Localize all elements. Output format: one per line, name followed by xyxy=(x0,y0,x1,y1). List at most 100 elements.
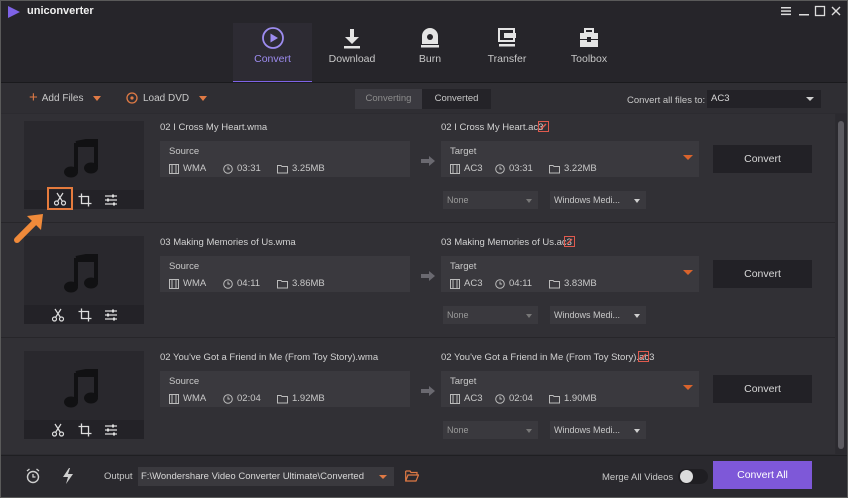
output-format-select[interactable]: AC3 xyxy=(707,90,821,108)
effects-sliders-icon[interactable] xyxy=(100,306,122,323)
tab-converted[interactable]: Converted xyxy=(422,89,491,109)
target-size-value: 3.83MB xyxy=(564,278,597,289)
thumbnail-toolbar xyxy=(24,305,144,324)
chevron-down-icon xyxy=(634,199,640,203)
file-format-icon xyxy=(450,278,460,289)
clock-icon xyxy=(495,163,505,174)
add-files-button[interactable]: + Add Files xyxy=(29,90,102,106)
nav-convert[interactable]: Convert xyxy=(233,23,312,83)
target-info-panel[interactable]: Target AC3 02:04 1.90MB xyxy=(441,371,699,407)
target-format-dropdown-icon[interactable] xyxy=(683,385,693,390)
folder-icon xyxy=(549,164,560,173)
menu-icon[interactable] xyxy=(779,4,793,18)
status-tabs: Converting Converted xyxy=(355,89,491,109)
audio-track-select[interactable]: Windows Medi... xyxy=(550,421,646,439)
source-size-value: 1.92MB xyxy=(292,393,325,404)
effects-sliders-icon[interactable] xyxy=(100,191,122,208)
nav-download-label: Download xyxy=(328,53,376,65)
load-dvd-button[interactable]: Load DVD xyxy=(126,90,208,106)
nav-transfer[interactable]: Transfer xyxy=(468,23,546,83)
scrollbar-thumb[interactable] xyxy=(838,121,844,449)
chevron-down-icon xyxy=(526,429,532,433)
chevron-down-icon[interactable] xyxy=(93,95,102,101)
output-path-select[interactable]: F:\Wondershare Video Converter Ultimate\… xyxy=(138,467,394,486)
edit-name-icon[interactable] xyxy=(564,236,575,247)
subtitle-select[interactable]: None xyxy=(443,421,538,439)
convert-button[interactable]: Convert xyxy=(713,375,812,403)
maximize-icon[interactable] xyxy=(813,4,827,18)
source-format: WMA xyxy=(169,393,206,404)
target-format: AC3 xyxy=(450,393,482,404)
source-format: WMA xyxy=(169,278,206,289)
crop-icon[interactable] xyxy=(74,421,96,438)
merge-toggle[interactable] xyxy=(678,469,708,484)
merge-all-label: Merge All Videos xyxy=(602,472,674,483)
download-icon xyxy=(344,29,360,49)
play-circle-icon xyxy=(261,27,284,49)
music-note-icon xyxy=(64,369,98,408)
target-info-panel[interactable]: Target AC3 03:31 3.22MB xyxy=(441,141,699,177)
file-format-icon xyxy=(450,163,460,174)
source-info-panel: Source WMA 02:04 1.92MB xyxy=(160,371,410,407)
nav-burn[interactable]: Burn xyxy=(391,23,469,83)
trim-scissors-icon[interactable] xyxy=(47,306,69,323)
convert-all-to-label: Convert all files to: xyxy=(627,95,706,106)
clock-icon xyxy=(223,163,233,174)
target-title: Target xyxy=(450,261,477,272)
source-duration: 02:04 xyxy=(223,393,261,404)
target-duration-value: 02:04 xyxy=(509,393,533,404)
chevron-down-icon[interactable] xyxy=(199,95,208,101)
target-format: AC3 xyxy=(450,163,482,174)
subtitle-select[interactable]: None xyxy=(443,191,538,209)
open-folder-icon[interactable] xyxy=(405,470,419,482)
target-format-dropdown-icon[interactable] xyxy=(683,270,693,275)
nav-download[interactable]: Download xyxy=(313,23,391,83)
source-info-panel: Source WMA 03:31 3.25MB xyxy=(160,141,410,177)
close-icon[interactable] xyxy=(829,4,843,18)
target-size-value: 3.22MB xyxy=(564,163,597,174)
disc-icon xyxy=(421,28,439,48)
crop-icon[interactable] xyxy=(74,191,96,208)
edit-name-icon[interactable] xyxy=(638,351,649,362)
trim-scissors-icon[interactable] xyxy=(47,421,69,438)
source-format-value: WMA xyxy=(183,393,207,404)
target-duration: 04:11 xyxy=(495,278,532,289)
target-file-name: 02 You've Got a Friend in Me (From Toy S… xyxy=(441,352,655,363)
output-path-value: F:\Wondershare Video Converter Ultimate\… xyxy=(141,471,365,482)
bottom-bar: Output F:\Wondershare Video Converter Ul… xyxy=(1,455,847,497)
audio-track-select[interactable]: Windows Medi... xyxy=(550,191,646,209)
source-file-name: 03 Making Memories of Us.wma xyxy=(160,237,296,248)
effects-sliders-icon[interactable] xyxy=(100,421,122,438)
convert-all-button[interactable]: Convert All xyxy=(713,461,812,489)
source-duration: 04:11 xyxy=(223,278,260,289)
lightning-icon[interactable] xyxy=(62,468,74,484)
clock-icon xyxy=(223,278,233,289)
music-note-icon xyxy=(64,254,98,293)
nav-toolbox[interactable]: Toolbox xyxy=(550,23,628,83)
tab-converting[interactable]: Converting xyxy=(355,89,422,109)
target-format-dropdown-icon[interactable] xyxy=(683,155,693,160)
convert-arrow-icon xyxy=(421,271,435,281)
target-title: Target xyxy=(450,376,477,387)
chevron-down-icon xyxy=(526,199,532,203)
thumbnail-toolbar xyxy=(24,420,144,439)
toolbox-icon xyxy=(580,28,598,47)
target-format: AC3 xyxy=(450,278,482,289)
load-dvd-label: Load DVD xyxy=(143,92,190,104)
target-size: 3.83MB xyxy=(549,278,597,289)
trim-scissors-icon[interactable] xyxy=(47,187,73,210)
file-format-icon xyxy=(169,393,179,404)
target-info-panel[interactable]: Target AC3 04:11 3.83MB xyxy=(441,256,699,292)
crop-icon[interactable] xyxy=(74,306,96,323)
audio-track-select[interactable]: Windows Medi... xyxy=(550,306,646,324)
target-size: 3.22MB xyxy=(549,163,597,174)
thumbnail-toolbar xyxy=(24,187,144,210)
minimize-icon[interactable] xyxy=(797,4,811,18)
alarm-clock-icon[interactable] xyxy=(25,468,41,484)
edit-name-icon[interactable] xyxy=(538,121,549,132)
source-duration-value: 02:04 xyxy=(237,393,261,404)
convert-button[interactable]: Convert xyxy=(713,260,812,288)
subtitle-select[interactable]: None xyxy=(443,306,538,324)
convert-button[interactable]: Convert xyxy=(713,145,812,173)
clock-icon xyxy=(495,393,505,404)
